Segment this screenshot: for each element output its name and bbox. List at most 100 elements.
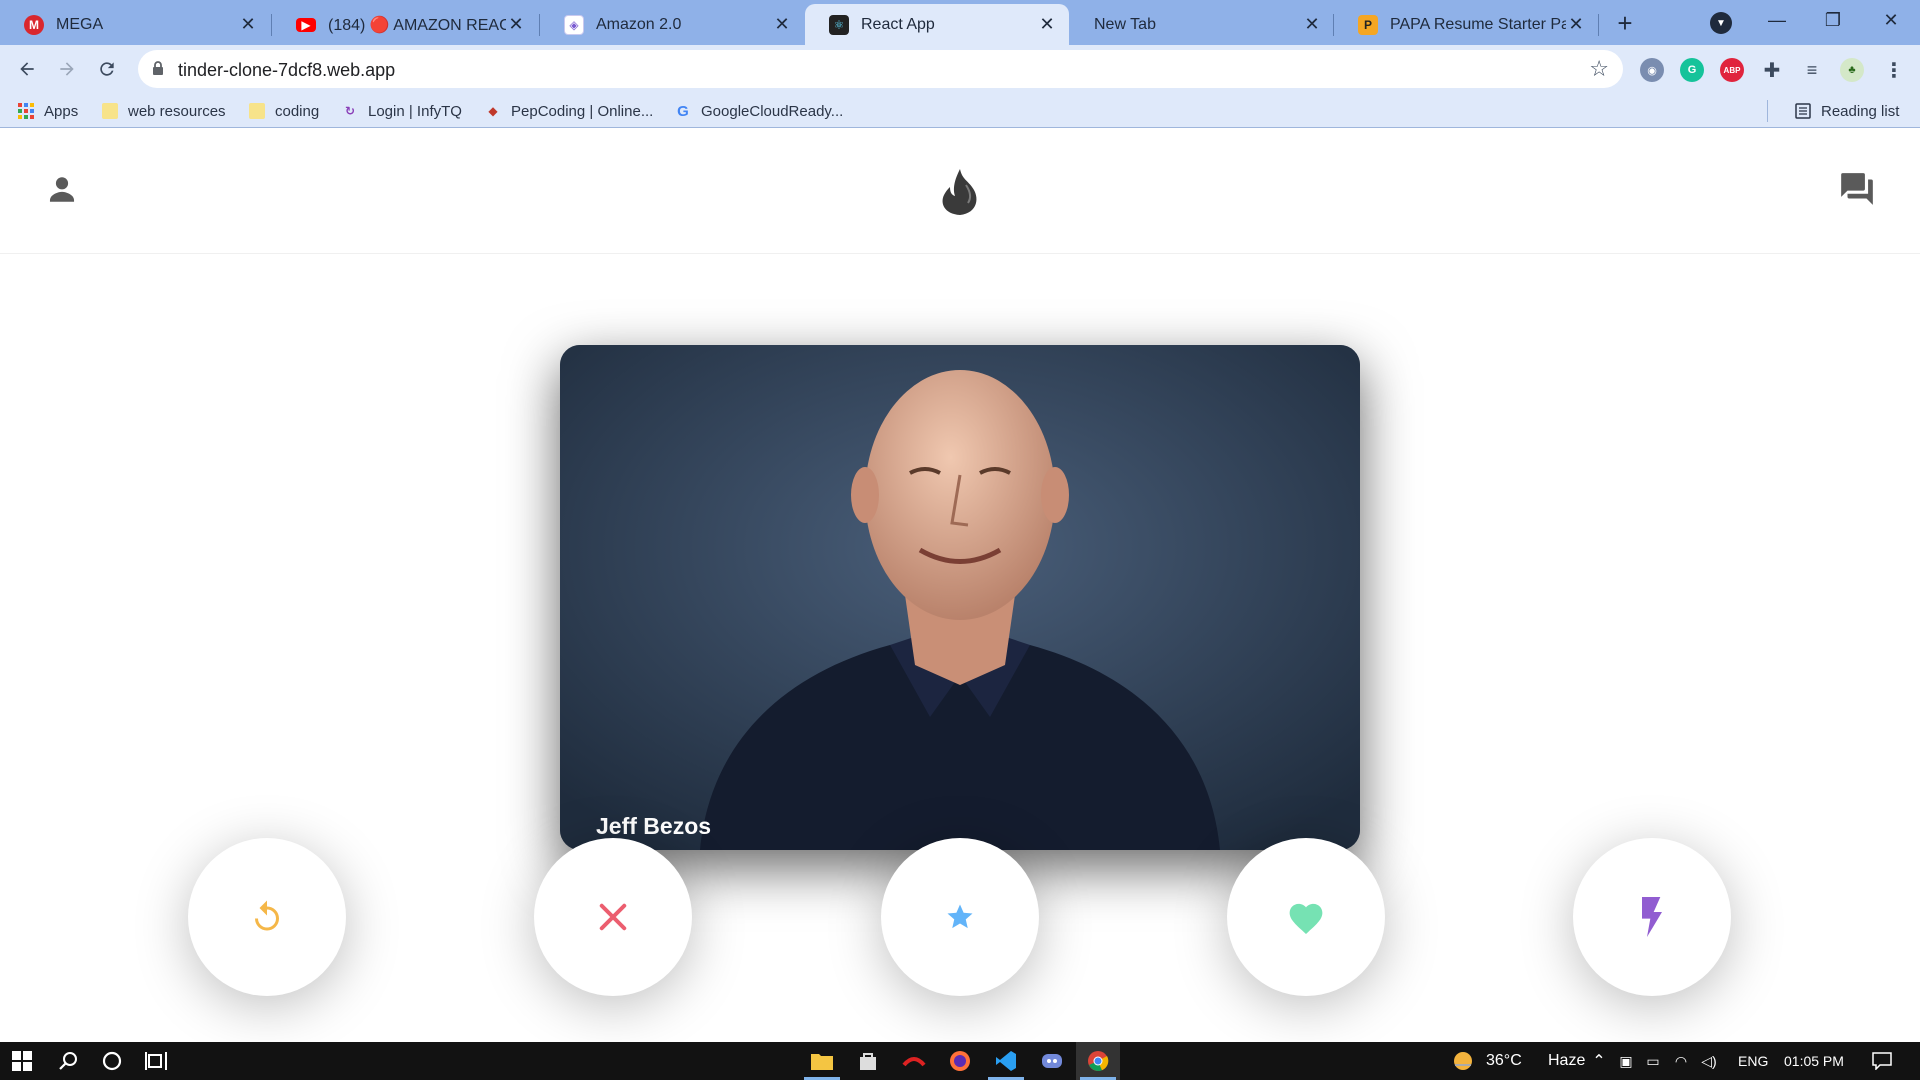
youtube-icon: ▶	[296, 17, 316, 32]
url-text: tinder-clone-7dcf8.web.app	[178, 60, 396, 80]
minimize-icon[interactable]: —	[1752, 6, 1802, 34]
bookmarks-divider	[1767, 100, 1768, 122]
app-header	[0, 129, 1920, 254]
tab-react-app[interactable]: ⚛ React App ✕	[805, 4, 1069, 45]
google-icon: G	[677, 102, 689, 120]
back-icon[interactable]	[11, 53, 43, 85]
tab-title: MEGA	[56, 15, 104, 33]
tab-title: (184) 🔴 AMAZON REACT.JS	[328, 16, 506, 34]
forward-icon[interactable]	[51, 53, 83, 85]
clock[interactable]: 01:05 PM	[1784, 1042, 1844, 1080]
address-bar[interactable]: tinder-clone-7dcf8.web.app ☆	[138, 50, 1623, 88]
heart-icon	[1289, 903, 1323, 935]
profile-avatar-icon[interactable]: ♣	[1840, 58, 1864, 82]
bookmark-infytq[interactable]: ↻ Login | InfyTQ	[342, 100, 462, 122]
store-icon[interactable]	[846, 1042, 890, 1080]
profile-photo	[560, 345, 1360, 850]
nope-button[interactable]	[534, 838, 692, 996]
folder-icon	[249, 103, 265, 119]
menu-kebab-icon[interactable]: ⋮	[1882, 58, 1906, 82]
bookmark-web-resources[interactable]: web resources	[102, 100, 226, 122]
replay-button[interactable]	[188, 838, 346, 996]
media-queue-icon[interactable]: ≡	[1800, 58, 1824, 82]
search-icon[interactable]	[46, 1042, 90, 1080]
tab-amazon[interactable]: ◈ Amazon 2.0 ✕	[540, 4, 804, 45]
superlike-button[interactable]	[881, 838, 1039, 996]
wifi-icon[interactable]: ◠	[1668, 1042, 1694, 1080]
person-icon[interactable]	[44, 171, 80, 207]
battery-icon[interactable]: ▭	[1640, 1042, 1666, 1080]
bookmark-label: web resources	[128, 102, 226, 120]
flash-icon	[1642, 897, 1662, 937]
discord-icon[interactable]	[1030, 1042, 1074, 1080]
tab-search-icon[interactable]: ▼	[1710, 12, 1732, 34]
profile-card[interactable]: Jeff Bezos	[560, 345, 1360, 850]
reading-list-icon	[1795, 103, 1811, 119]
bookmark-label: coding	[275, 102, 320, 120]
react-icon: ⚛	[829, 14, 849, 35]
tinder-flame-logo[interactable]	[936, 167, 984, 217]
bookmark-googlecloudready[interactable]: G GoogleCloudReady...	[675, 100, 843, 122]
boost-button[interactable]	[1573, 838, 1731, 996]
tab-title: PAPA Resume Starter Pack	[1390, 15, 1566, 33]
vscode-icon[interactable]	[984, 1042, 1028, 1080]
forum-chat-icon[interactable]	[1836, 169, 1878, 209]
weather-status[interactable]: Haze	[1548, 1042, 1585, 1080]
bookmarks-bar: Apps web resources coding ↻ Login | Infy…	[0, 94, 1920, 128]
close-tab-icon[interactable]: ✕	[1037, 14, 1057, 35]
folder-icon	[102, 103, 118, 119]
language-indicator[interactable]: ENG	[1738, 1042, 1768, 1080]
tab-new-tab[interactable]: New Tab ✕	[1070, 4, 1334, 45]
weather-temp[interactable]: 36°C	[1486, 1042, 1522, 1080]
close-tab-icon[interactable]: ✕	[238, 14, 258, 35]
infytq-icon: ↻	[344, 104, 356, 118]
new-tab-icon[interactable]: +	[1610, 8, 1640, 38]
browser-toolbar: tinder-clone-7dcf8.web.app ☆ ◉ G ABP ✚ ≡…	[0, 45, 1920, 94]
close-tab-icon[interactable]: ✕	[506, 14, 526, 35]
lock-icon	[153, 61, 163, 75]
star-icon	[947, 904, 973, 929]
adblock-plus-icon[interactable]: ABP	[1720, 58, 1744, 82]
mega-icon: M	[24, 14, 44, 35]
cortana-icon[interactable]	[90, 1042, 134, 1080]
papa-icon: P	[1358, 14, 1378, 35]
tab-title: React App	[861, 15, 935, 33]
close-tab-icon[interactable]: ✕	[1566, 14, 1586, 35]
weather-icon[interactable]	[1448, 1042, 1478, 1080]
tab-strip: M MEGA ✕ ▶ (184) 🔴 AMAZON REACT.JS ✕ ◈ A…	[0, 0, 1920, 45]
bookmark-pepcoding[interactable]: ◆ PepCoding | Online...	[485, 100, 653, 122]
apps-grid-icon	[18, 103, 34, 119]
tinder-clone-app: Jeff Bezos	[0, 129, 1920, 1042]
tab-mega[interactable]: M MEGA ✕	[0, 4, 270, 45]
profile-name: Jeff Bezos	[596, 813, 712, 839]
bookmark-label: PepCoding | Online...	[511, 102, 654, 120]
bookmark-coding[interactable]: coding	[249, 100, 319, 122]
bookmark-label: Apps	[44, 102, 79, 120]
windows-start-icon[interactable]	[0, 1042, 44, 1080]
reload-icon[interactable]	[91, 53, 123, 85]
restore-icon[interactable]: ❐	[1808, 6, 1858, 34]
bookmark-label: Login | InfyTQ	[368, 102, 462, 120]
bookmark-star-icon[interactable]: ☆	[1589, 56, 1609, 82]
puzzle-extensions-icon[interactable]: ✚	[1760, 58, 1784, 82]
file-explorer-icon[interactable]	[800, 1042, 844, 1080]
close-tab-icon[interactable]: ✕	[1302, 14, 1322, 35]
close-window-icon[interactable]: ✕	[1866, 6, 1916, 34]
tab-papa-resume[interactable]: P PAPA Resume Starter Pack ✕	[1334, 4, 1598, 45]
close-tab-icon[interactable]: ✕	[772, 14, 792, 35]
anydesk-icon[interactable]	[892, 1042, 936, 1080]
firefox-icon[interactable]	[938, 1042, 982, 1080]
chevron-up-icon[interactable]: ⌃	[1586, 1042, 1612, 1080]
grammarly-icon[interactable]: G	[1680, 58, 1704, 82]
spy-extension-icon[interactable]: ◉	[1640, 58, 1664, 82]
tab-youtube[interactable]: ▶ (184) 🔴 AMAZON REACT.JS ✕	[272, 4, 538, 45]
chrome-icon[interactable]	[1076, 1042, 1120, 1080]
bookmark-apps[interactable]: Apps	[18, 100, 78, 122]
reading-list-button[interactable]: Reading list	[1795, 100, 1899, 122]
like-button[interactable]	[1227, 838, 1385, 996]
reading-list-label: Reading list	[1821, 102, 1900, 120]
volume-icon[interactable]: ◁)	[1696, 1042, 1722, 1080]
task-view-icon[interactable]	[134, 1042, 178, 1080]
device-icon[interactable]: ▣	[1614, 1042, 1638, 1080]
notification-icon[interactable]	[1862, 1042, 1902, 1080]
